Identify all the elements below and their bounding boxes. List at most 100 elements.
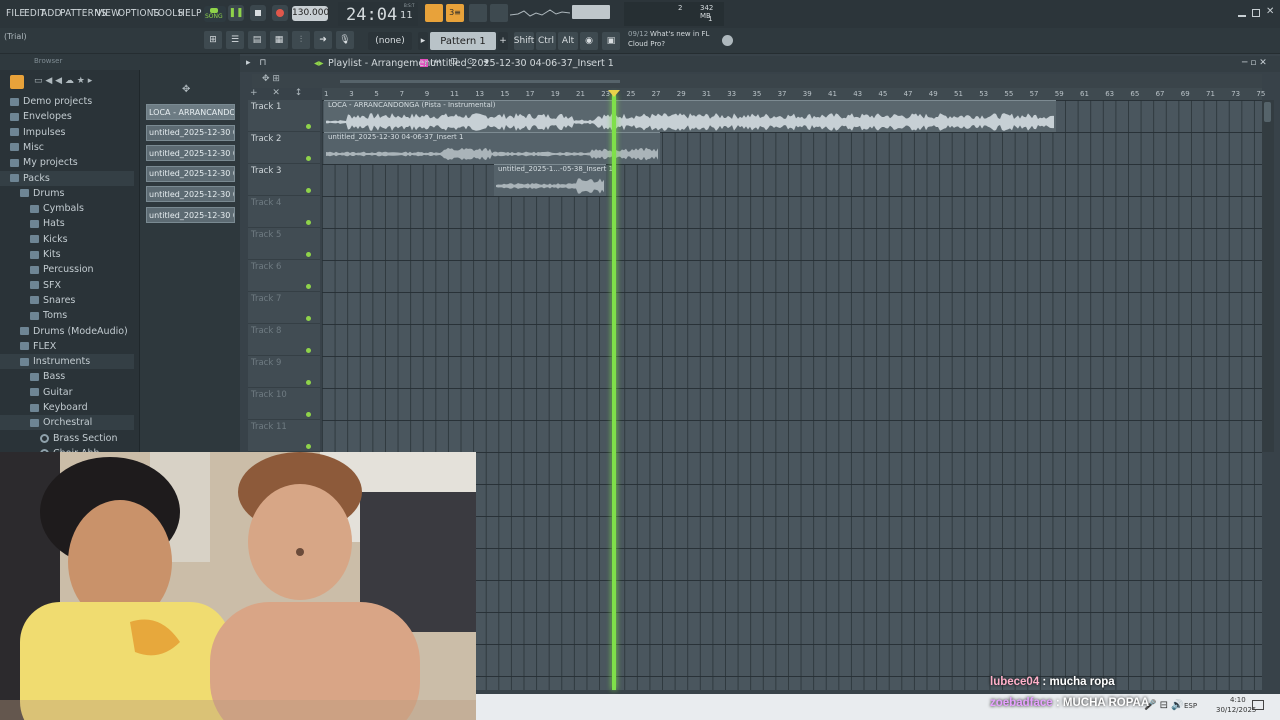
- pattern-selector[interactable]: Pattern 1: [430, 32, 496, 50]
- notifications-icon[interactable]: [1252, 700, 1264, 710]
- track-header[interactable]: Track 9: [248, 356, 320, 388]
- scroll-thumb[interactable]: [1264, 102, 1271, 122]
- alt-button[interactable]: Alt: [558, 32, 578, 50]
- browser-item[interactable]: SFX: [0, 278, 134, 293]
- audio-clip[interactable]: untitled_2025-12-30 04-06-37_Insert 1: [324, 132, 660, 164]
- playhead[interactable]: [608, 90, 620, 690]
- browser-item[interactable]: Packs: [0, 170, 134, 186]
- minimize-icon[interactable]: [1238, 9, 1246, 17]
- picker-clip[interactable]: untitled_2025-12-30 04-...: [146, 165, 235, 182]
- news-line2[interactable]: Cloud Pro?: [628, 40, 665, 48]
- microphone-icon[interactable]: 🎙: [336, 31, 354, 49]
- browser-item[interactable]: Drums (ModeAudio): [0, 324, 134, 339]
- record-button[interactable]: [272, 5, 288, 21]
- playlist-icon[interactable]: ▦: [270, 31, 288, 49]
- browser-item[interactable]: Drums: [0, 186, 134, 201]
- stop-button[interactable]: [250, 5, 266, 21]
- track-mute-led-icon[interactable]: [306, 124, 311, 129]
- breadcrumb-playlist[interactable]: Playlist - Arrangement: [328, 58, 434, 69]
- pause-button[interactable]: ❚❚: [228, 5, 244, 21]
- track-mute-led-icon[interactable]: [306, 444, 311, 449]
- metronome-icon[interactable]: 3≡: [446, 4, 464, 22]
- menu-file[interactable]: FILE: [6, 8, 25, 19]
- browser-item[interactable]: My projects: [0, 155, 134, 170]
- piano-roll-icon[interactable]: ▤: [248, 31, 266, 49]
- touch-icon[interactable]: ◉: [580, 32, 598, 50]
- picker-clip[interactable]: untitled_2025-12-30 04-...: [146, 124, 235, 141]
- picker-clip[interactable]: untitled_2025-12-30 04-...: [146, 186, 235, 203]
- playlist-tool-icons[interactable]: ▸ ⊓: [246, 58, 269, 68]
- track-header[interactable]: Track 11: [248, 420, 320, 452]
- mixer-icon[interactable]: ⫶: [292, 31, 310, 49]
- tray-icons[interactable]: 🎤 ⊟ 🔊: [1144, 700, 1184, 711]
- track-mute-led-icon[interactable]: [306, 220, 311, 225]
- taskbar-date[interactable]: 30/12/2025: [1216, 706, 1256, 714]
- all-files-icon[interactable]: [10, 75, 24, 89]
- audio-clip[interactable]: LOCA - ARRANCANDONGA (Pista - Instrument…: [324, 100, 1056, 132]
- track-mute-led-icon[interactable]: [306, 284, 311, 289]
- timeline-ruler[interactable]: 1 3 5 7 9 11 13 15 17 19 21 23 25 27 29 31 33 35 37 39 41 43 4…: [322, 88, 1265, 100]
- track-tool-icons[interactable]: + ✕ ↕: [250, 88, 308, 98]
- browser-item[interactable]: Toms: [0, 308, 134, 323]
- none-selector[interactable]: (none): [368, 32, 412, 50]
- track-header[interactable]: Track 2: [248, 132, 320, 164]
- snap-icon[interactable]: ⊞: [204, 31, 222, 49]
- tempo-display[interactable]: 130.000: [292, 6, 329, 21]
- track-header[interactable]: Track 10: [248, 388, 320, 420]
- picker-clip[interactable]: untitled_2025-12-30 04-...: [146, 207, 235, 223]
- menu-add[interactable]: ADD: [41, 8, 62, 19]
- track-mute-led-icon[interactable]: [306, 252, 311, 257]
- browser-item[interactable]: Brass Section: [0, 431, 134, 446]
- browser-item[interactable]: Kits: [0, 247, 134, 262]
- picker-clip[interactable]: LOCA - ARRANCANDO...: [146, 104, 235, 120]
- browser-item[interactable]: Guitar: [0, 385, 134, 400]
- horizontal-scrollbar[interactable]: [340, 80, 620, 83]
- time-display[interactable]: 24:04 11 B:S:T: [338, 2, 418, 26]
- menu-view[interactable]: VIEW: [96, 8, 120, 19]
- news-icon[interactable]: ▣: [602, 32, 620, 50]
- back-arrow-icon[interactable]: ◂▸: [314, 58, 324, 69]
- track-header[interactable]: Track 1: [248, 100, 320, 132]
- track-mute-led-icon[interactable]: [306, 316, 311, 321]
- arrow-right-icon[interactable]: ➜: [314, 31, 332, 49]
- shift-button[interactable]: Shift: [514, 32, 534, 50]
- browser-item[interactable]: Percussion: [0, 262, 134, 277]
- language-indicator[interactable]: ESP: [1184, 702, 1197, 710]
- playhead-marker-icon[interactable]: [608, 90, 620, 97]
- menu-help[interactable]: HELP: [178, 8, 202, 19]
- move-icon[interactable]: ✥: [182, 84, 190, 95]
- browser-item[interactable]: Instruments: [0, 354, 134, 370]
- globe-icon[interactable]: [722, 35, 733, 46]
- vertical-scrollbar[interactable]: [1262, 100, 1274, 452]
- track-header[interactable]: Track 8: [248, 324, 320, 356]
- browser-item[interactable]: Orchestral: [0, 415, 134, 431]
- breadcrumb-pattern[interactable]: untitled_2025-12-30 04-06-37_Insert 1: [430, 58, 614, 69]
- browser-item[interactable]: FLEX: [0, 339, 134, 354]
- taskbar-clock[interactable]: 4:10: [1230, 696, 1246, 704]
- ctrl-button[interactable]: Ctrl: [536, 32, 556, 50]
- track-mute-led-icon[interactable]: [306, 412, 311, 417]
- browser-item[interactable]: Bass: [0, 369, 134, 384]
- browser-item[interactable]: Kicks: [0, 232, 134, 247]
- browser-item[interactable]: Misc: [0, 140, 134, 155]
- track-header[interactable]: Track 6: [248, 260, 320, 292]
- close-icon[interactable]: ✕: [1266, 6, 1274, 17]
- track-header[interactable]: Track 7: [248, 292, 320, 324]
- browser-item[interactable]: Demo projects: [0, 94, 134, 109]
- audio-clip[interactable]: untitled_2025-1...-05-38_Insert 1: [494, 164, 613, 196]
- track-header[interactable]: Track 3: [248, 164, 320, 196]
- browser-tool-icons[interactable]: ▭ ◀ ◀ ☁ ★ ▸: [34, 76, 92, 86]
- wait-input-icon[interactable]: [469, 4, 487, 22]
- countdown-icon[interactable]: [490, 4, 508, 22]
- track-mute-led-icon[interactable]: [306, 380, 311, 385]
- browser-item[interactable]: Keyboard: [0, 400, 134, 415]
- maximize-icon[interactable]: [1252, 9, 1260, 17]
- track-header[interactable]: Track 5: [248, 228, 320, 260]
- zoom-icons[interactable]: ✥ ⊞: [262, 74, 280, 84]
- master-volume-slider[interactable]: [572, 5, 610, 19]
- track-mute-led-icon[interactable]: [306, 156, 311, 161]
- pattern-prev-icon[interactable]: ▸: [418, 32, 428, 50]
- add-pattern-icon[interactable]: +: [498, 32, 508, 50]
- picker-clip[interactable]: untitled_2025-12-30 04-...: [146, 145, 235, 162]
- news-line1[interactable]: What's new in FL: [650, 30, 709, 38]
